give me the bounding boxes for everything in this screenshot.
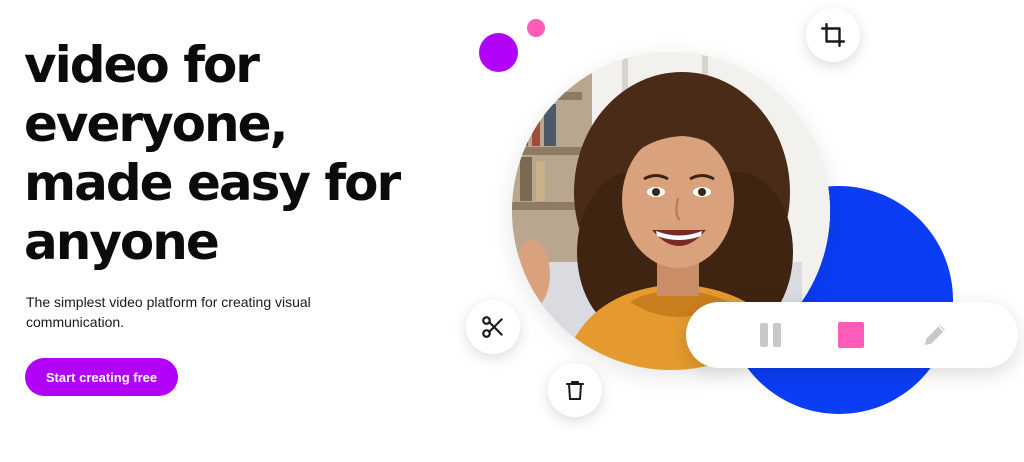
decorative-pink-dot: [527, 19, 545, 37]
recording-controls: [686, 302, 1018, 368]
crop-button[interactable]: [806, 8, 860, 62]
pencil-icon: [925, 325, 945, 345]
edit-button[interactable]: [919, 319, 951, 351]
stop-button[interactable]: [835, 319, 867, 351]
hero-title-line: made easy for: [24, 154, 401, 212]
hero-title: video for everyone, made easy for anyone: [24, 36, 401, 272]
delete-button[interactable]: [548, 363, 602, 417]
decorative-purple-dot: [479, 33, 518, 72]
crop-icon: [820, 22, 846, 48]
pause-button[interactable]: [754, 319, 786, 351]
start-creating-free-button[interactable]: Start creating free: [25, 358, 178, 396]
scissors-icon: [482, 316, 503, 338]
hero-subtitle: The simplest video platform for creating…: [26, 294, 311, 330]
hero-title-line: everyone,: [24, 95, 289, 153]
hero-title-line: anyone: [24, 213, 220, 271]
trash-icon: [566, 381, 584, 400]
pause-icon: [760, 323, 781, 347]
stop-icon: [838, 322, 864, 348]
cut-button[interactable]: [466, 300, 520, 354]
hero-title-line: video for: [24, 36, 260, 94]
